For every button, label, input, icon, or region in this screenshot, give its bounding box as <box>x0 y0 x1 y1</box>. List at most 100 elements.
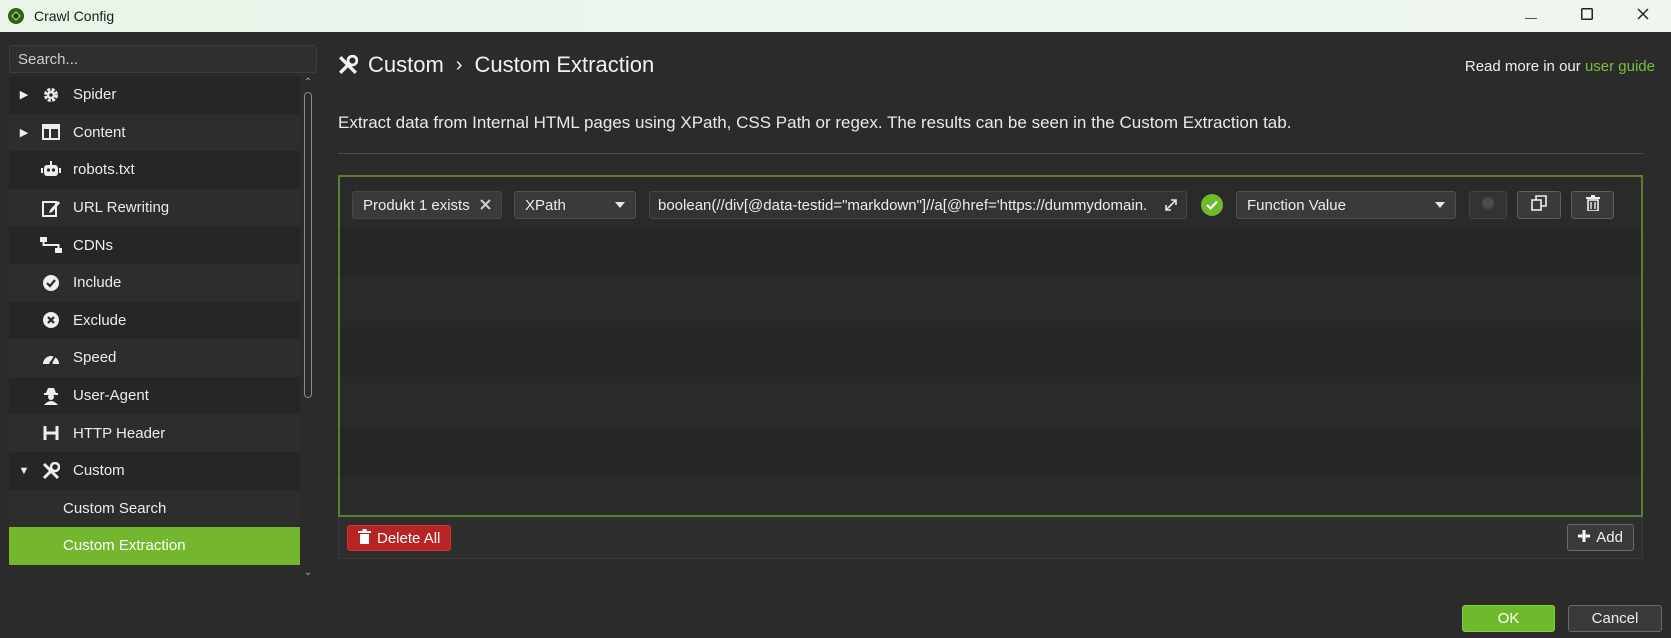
tools-icon <box>39 461 63 481</box>
extractor-footer: Delete All Add <box>338 517 1643 559</box>
x-circle-icon <box>39 310 63 330</box>
scrollbar-thumb[interactable] <box>304 92 312 398</box>
extractor-type-select[interactable]: XPath <box>514 191 636 219</box>
globe-icon <box>1481 196 1495 215</box>
clear-icon[interactable] <box>480 197 491 214</box>
title-bar: Crawl Config <box>0 0 1671 32</box>
sidebar-item-custom-extraction[interactable]: Custom Extraction <box>9 527 300 565</box>
window-title: Crawl Config <box>34 8 115 24</box>
divider <box>338 153 1643 154</box>
sidebar-item-label: HTTP Header <box>73 424 166 442</box>
trash-icon <box>1585 194 1600 216</box>
cancel-button[interactable]: Cancel <box>1568 605 1662 632</box>
page-title: Custom › Custom Extraction <box>338 52 654 78</box>
copy-icon <box>1531 194 1547 216</box>
sidebar-item-label: Exclude <box>73 311 127 329</box>
search-input[interactable] <box>9 45 317 73</box>
edit-icon <box>39 198 63 218</box>
sidebar-item-label: Include <box>73 274 122 292</box>
expression-value: boolean(//div[@data-testid="markdown"]//… <box>658 196 1148 214</box>
sidebar-item-include[interactable]: Include <box>9 263 300 302</box>
sidebar-item-label: URL Rewriting <box>73 199 170 217</box>
close-button[interactable] <box>1615 0 1671 32</box>
duplicate-button[interactable] <box>1517 191 1561 219</box>
sidebar-item-label: Speed <box>73 349 117 367</box>
sidebar-item-label: Custom Search <box>63 499 167 517</box>
breadcrumb-separator: › <box>455 53 463 76</box>
sidebar-scrollbar[interactable]: ⌃ ⌄ <box>301 78 315 578</box>
delete-row-button[interactable] <box>1571 191 1614 219</box>
read-more: Read more in our user guide <box>1465 58 1655 75</box>
add-label: Add <box>1596 529 1623 546</box>
page-description: Extract data from Internal HTML pages us… <box>338 113 1292 132</box>
sidebar-item-label: Custom <box>73 462 125 480</box>
expand-icon[interactable] <box>1164 198 1178 212</box>
config-tree: ▶ Spider ▶ Content robots.txt URL Rewrit… <box>9 76 300 604</box>
expression-input[interactable]: boolean(//div[@data-testid="markdown"]//… <box>649 191 1187 219</box>
table-row <box>340 377 1641 427</box>
sidebar-item-robots[interactable]: robots.txt <box>9 151 300 189</box>
sidebar-item-user-agent[interactable]: User-Agent <box>9 376 300 415</box>
heading-icon <box>39 423 63 443</box>
sidebar-item-speed[interactable]: Speed <box>9 339 300 377</box>
user-guide-link[interactable]: user guide <box>1585 58 1655 75</box>
extractor-name-field[interactable]: Produkt 1 exists <box>352 191 502 219</box>
delete-all-button[interactable]: Delete All <box>347 525 452 551</box>
check-circle-icon <box>39 273 63 293</box>
sidebar-item-http-header[interactable]: HTTP Header <box>9 414 300 452</box>
table-row <box>340 427 1641 477</box>
extractor-name: Produkt 1 exists <box>363 196 470 214</box>
ok-button[interactable]: OK <box>1462 605 1555 632</box>
network-icon <box>39 235 63 255</box>
tools-icon <box>338 55 358 75</box>
add-button[interactable]: Add <box>1567 524 1634 551</box>
spider-logo-icon <box>6 6 26 26</box>
expand-arrow-icon[interactable]: ▶ <box>9 88 39 101</box>
sidebar-item-label: Spider <box>73 86 117 104</box>
extractor-output-value: Function Value <box>1247 196 1346 214</box>
table-row <box>340 327 1641 377</box>
table-row <box>340 227 1641 277</box>
breadcrumb-page: Custom Extraction <box>474 52 655 77</box>
sidebar-item-label: User-Agent <box>73 387 149 405</box>
expand-arrow-icon[interactable]: ▶ <box>9 126 39 139</box>
sidebar-item-url-rewriting[interactable]: URL Rewriting <box>9 188 300 227</box>
sidebar-item-label: CDNs <box>73 236 113 254</box>
sidebar-item-label: Content <box>73 123 126 141</box>
read-more-text: Read more in our <box>1464 58 1581 75</box>
sidebar-item-cdns[interactable]: CDNs <box>9 226 300 264</box>
maximize-icon <box>1581 7 1593 25</box>
maximize-button[interactable] <box>1559 0 1615 32</box>
sidebar-item-content[interactable]: ▶ Content <box>9 113 300 152</box>
sidebar-item-custom-search[interactable]: Custom Search <box>9 489 300 528</box>
scroll-up-icon[interactable]: ⌃ <box>303 78 313 88</box>
extractor-output-select[interactable]: Function Value <box>1236 191 1456 219</box>
speedometer-icon <box>39 348 63 368</box>
minimize-icon <box>1525 7 1537 25</box>
extractor-type-value: XPath <box>525 196 566 214</box>
sidebar-item-exclude[interactable]: Exclude <box>9 301 300 340</box>
chevron-down-icon <box>615 202 625 208</box>
plus-icon <box>1578 529 1591 546</box>
delete-all-label: Delete All <box>377 529 441 547</box>
test-button[interactable] <box>1469 191 1507 219</box>
user-secret-icon <box>39 386 63 406</box>
robot-icon <box>39 160 63 180</box>
extractor-list: Produkt 1 exists XPath boolean(//div[@da… <box>338 175 1643 517</box>
sidebar-item-label: robots.txt <box>73 161 135 179</box>
minimize-button[interactable] <box>1503 0 1559 32</box>
scroll-down-icon[interactable]: ⌄ <box>303 568 313 578</box>
trash-icon <box>358 528 371 548</box>
collapse-arrow-icon[interactable]: ▼ <box>9 465 39 477</box>
sidebar-item-label: Custom Extraction <box>63 537 186 555</box>
gear-icon <box>39 85 63 105</box>
sidebar-item-spider[interactable]: ▶ Spider <box>9 76 300 114</box>
table-row <box>340 477 1641 515</box>
extractor-row: Produkt 1 exists XPath boolean(//div[@da… <box>352 191 1614 219</box>
sidebar-item-custom[interactable]: ▼ Custom <box>9 451 300 490</box>
close-icon <box>1637 7 1649 25</box>
chevron-down-icon <box>1435 202 1445 208</box>
layout-icon <box>39 122 63 142</box>
valid-check-icon <box>1201 194 1223 216</box>
breadcrumb-section: Custom <box>368 52 444 77</box>
